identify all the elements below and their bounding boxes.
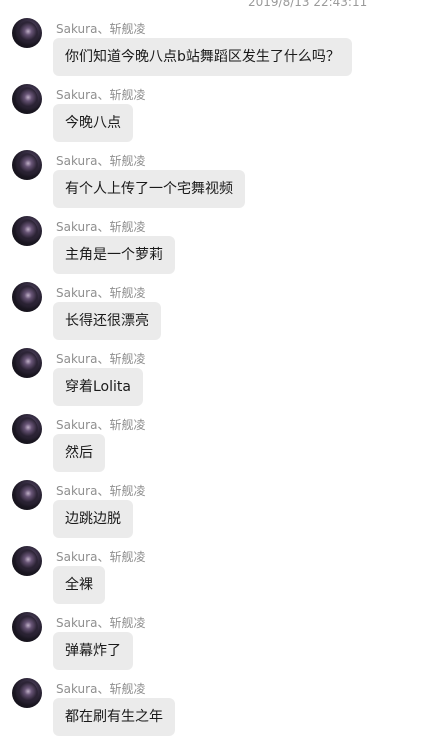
- avatar-image: [16, 351, 38, 377]
- message-bubble[interactable]: 弹幕炸了: [53, 632, 133, 670]
- message-bubble[interactable]: 你们知道今晚八点b站舞蹈区发生了什么吗？: [53, 38, 352, 76]
- avatar[interactable]: [12, 480, 42, 510]
- avatar-image: [16, 285, 38, 311]
- avatar[interactable]: [12, 414, 42, 444]
- sender-name: Sakura、斩舰凌: [56, 286, 146, 300]
- message-bubble[interactable]: 都在刷有生之年: [53, 698, 175, 736]
- message-bubble[interactable]: 穿着Lolita: [53, 368, 143, 406]
- sender-name: Sakura、斩舰凌: [56, 616, 146, 630]
- chat-message: Sakura、斩舰凌 穿着Lolita: [0, 346, 430, 412]
- chat-message: Sakura、斩舰凌 有个人上传了一个宅舞视频: [0, 148, 430, 214]
- avatar[interactable]: [12, 612, 42, 642]
- avatar[interactable]: [12, 84, 42, 114]
- message-bubble[interactable]: 有个人上传了一个宅舞视频: [53, 170, 245, 208]
- sender-name: Sakura、斩舰凌: [56, 220, 146, 234]
- avatar-image: [16, 615, 38, 641]
- message-bubble[interactable]: 长得还很漂亮: [53, 302, 161, 340]
- avatar-image: [16, 483, 38, 509]
- avatar[interactable]: [12, 150, 42, 180]
- avatar[interactable]: [12, 18, 42, 48]
- sender-name: Sakura、斩舰凌: [56, 484, 146, 498]
- sender-name: Sakura、斩舰凌: [56, 352, 146, 366]
- avatar[interactable]: [12, 546, 42, 576]
- avatar[interactable]: [12, 282, 42, 312]
- message-bubble[interactable]: 主角是一个萝莉: [53, 236, 175, 274]
- message-bubble[interactable]: 边跳边脱: [53, 500, 133, 538]
- chat-message: Sakura、斩舰凌 今晚八点: [0, 82, 430, 148]
- avatar-image: [16, 87, 38, 113]
- message-bubble[interactable]: 然后: [53, 434, 105, 472]
- avatar-image: [16, 219, 38, 245]
- chat-message: Sakura、斩舰凌 长得还很漂亮: [0, 280, 430, 346]
- chat-message: Sakura、斩舰凌 弹幕炸了: [0, 610, 430, 676]
- avatar-image: [16, 153, 38, 179]
- message-bubble[interactable]: 今晚八点: [53, 104, 133, 142]
- sender-name: Sakura、斩舰凌: [56, 22, 146, 36]
- chat-message: Sakura、斩舰凌 边跳边脱: [0, 478, 430, 544]
- chat-message: Sakura、斩舰凌 你们知道今晚八点b站舞蹈区发生了什么吗？: [0, 16, 430, 82]
- chat-message: Sakura、斩舰凌 然后: [0, 412, 430, 478]
- chat-message: Sakura、斩舰凌 主角是一个萝莉: [0, 214, 430, 280]
- avatar[interactable]: [12, 216, 42, 246]
- chat-message: Sakura、斩舰凌 全裸: [0, 544, 430, 610]
- sender-name: Sakura、斩舰凌: [56, 418, 146, 432]
- sender-name: Sakura、斩舰凌: [56, 682, 146, 696]
- chat-message-list: Sakura、斩舰凌 你们知道今晚八点b站舞蹈区发生了什么吗？ Sakura、斩…: [0, 16, 430, 742]
- avatar[interactable]: [12, 678, 42, 708]
- avatar[interactable]: [12, 348, 42, 378]
- sender-name: Sakura、斩舰凌: [56, 88, 146, 102]
- message-timestamp: 2019/8/13 22:43:11: [248, 0, 368, 9]
- avatar-image: [16, 21, 38, 47]
- message-bubble[interactable]: 全裸: [53, 566, 105, 604]
- sender-name: Sakura、斩舰凌: [56, 550, 146, 564]
- sender-name: Sakura、斩舰凌: [56, 154, 146, 168]
- avatar-image: [16, 549, 38, 575]
- avatar-image: [16, 681, 38, 707]
- chat-message: Sakura、斩舰凌 都在刷有生之年: [0, 676, 430, 742]
- avatar-image: [16, 417, 38, 443]
